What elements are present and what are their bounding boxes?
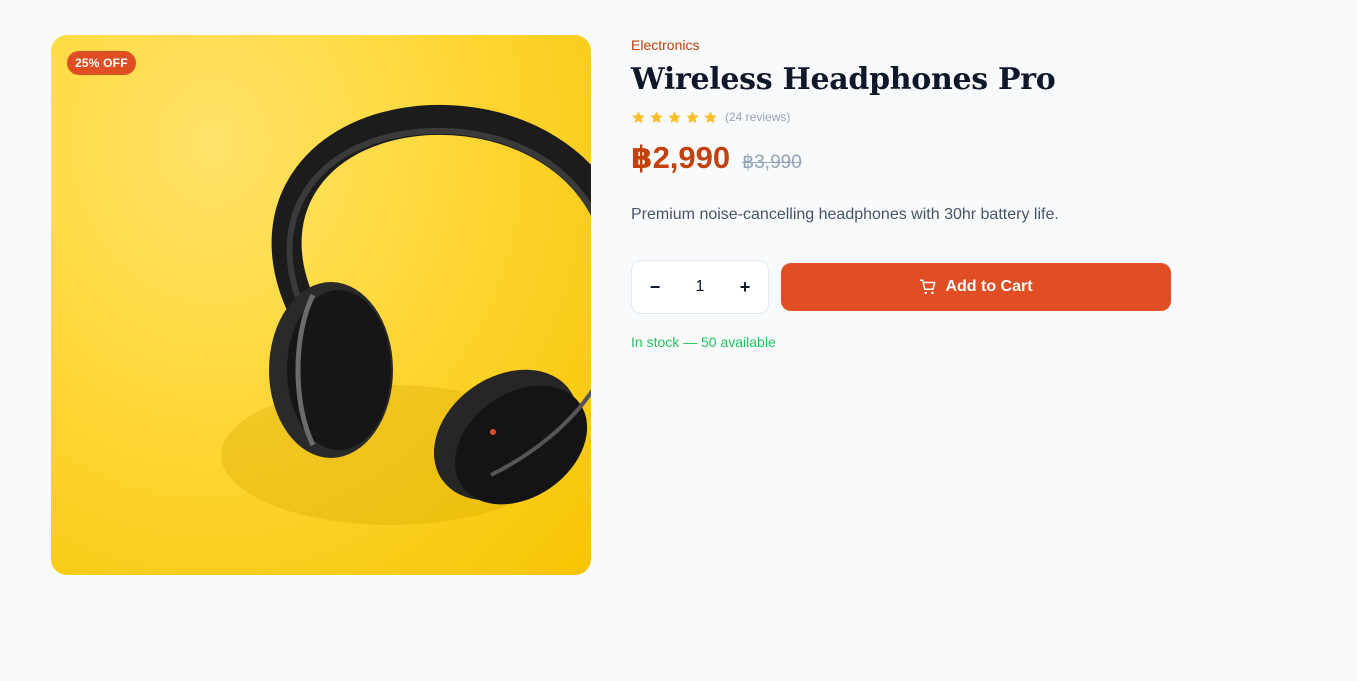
- star-icon: [704, 110, 717, 123]
- star-rating: [631, 110, 718, 125]
- purchase-actions: − 1 + Add to Cart: [631, 260, 1171, 314]
- add-to-cart-button[interactable]: Add to Cart: [781, 263, 1171, 311]
- product-info: Electronics Wireless Headphones Pro (24 …: [631, 36, 1171, 350]
- product-image: 25% OFF: [51, 35, 591, 575]
- cart-icon: [920, 279, 936, 295]
- decrement-button[interactable]: −: [644, 276, 666, 298]
- rating: (24 reviews): [631, 108, 1171, 126]
- increment-button[interactable]: +: [734, 276, 756, 298]
- current-price: ฿2,990: [631, 140, 731, 175]
- star-icon: [686, 110, 699, 123]
- stock-status: In stock — 50 available: [631, 334, 776, 350]
- star-icon: [650, 110, 663, 123]
- star-icon: [632, 110, 645, 123]
- product-title: Wireless Headphones Pro: [631, 62, 1056, 97]
- add-to-cart-label: Add to Cart: [945, 278, 1033, 295]
- reviews-count[interactable]: (24 reviews): [725, 110, 790, 124]
- headphones-illustration: [221, 104, 591, 525]
- product-description: Premium noise-cancelling headphones with…: [631, 206, 1059, 223]
- discount-badge: 25% OFF: [67, 51, 136, 75]
- product-category[interactable]: Electronics: [631, 36, 1171, 54]
- quantity-value[interactable]: 1: [696, 278, 705, 296]
- original-price: ฿3,990: [742, 152, 802, 173]
- price-row: ฿2,990 ฿3,990: [631, 138, 1171, 178]
- quantity-stepper: − 1 +: [631, 260, 769, 314]
- star-icon: [668, 110, 681, 123]
